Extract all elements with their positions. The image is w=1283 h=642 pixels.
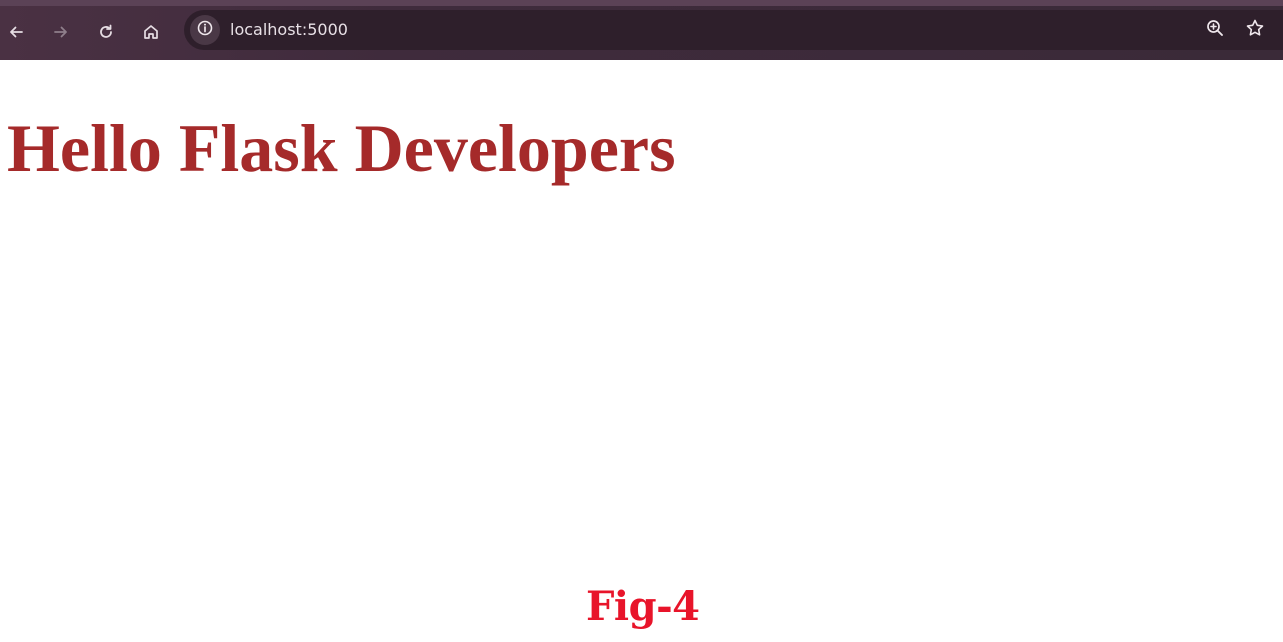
home-button[interactable] <box>135 16 167 48</box>
browser-toolbar: localhost:5000 <box>0 0 1283 60</box>
site-info-button[interactable] <box>190 15 220 45</box>
zoom-in-icon <box>1205 18 1225 43</box>
zoom-button[interactable] <box>1200 15 1230 45</box>
page-content: Hello Flask Developers Fig-4 <box>0 60 1283 642</box>
page-heading: Hello Flask Developers <box>7 110 676 186</box>
home-icon <box>142 23 160 41</box>
star-icon <box>1245 18 1265 43</box>
back-arrow-icon <box>7 23 25 41</box>
reload-button[interactable] <box>90 16 122 48</box>
reload-icon <box>97 23 115 41</box>
info-icon <box>196 19 214 42</box>
forward-arrow-icon <box>52 23 70 41</box>
back-button[interactable] <box>0 16 32 48</box>
bookmark-button[interactable] <box>1240 15 1270 45</box>
forward-button[interactable] <box>45 16 77 48</box>
figure-caption: Fig-4 <box>586 583 700 630</box>
address-bar[interactable]: localhost:5000 <box>184 10 1283 50</box>
url-text[interactable]: localhost:5000 <box>230 20 348 40</box>
